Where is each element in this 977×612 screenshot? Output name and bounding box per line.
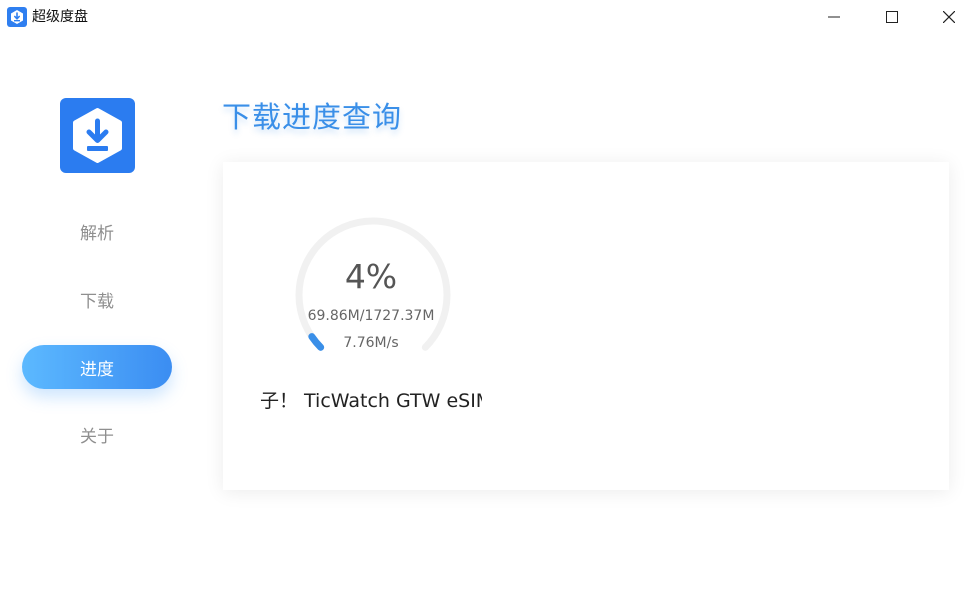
download-speed: 7.76M/s — [343, 335, 399, 351]
progress-card: 4% 69.86M/1727.37M 7.76M/s 子！ TicWatch G… — [223, 162, 949, 490]
sidebar-item-label: 解析 — [80, 223, 114, 244]
sidebar-item-label: 进度 — [80, 359, 114, 380]
app-logo — [60, 98, 135, 173]
sidebar-item-about[interactable]: 关于 — [22, 412, 172, 456]
close-button[interactable] — [920, 0, 977, 34]
app-title: 超级度盘 — [32, 9, 88, 25]
sidebar-item-download[interactable]: 下载 — [22, 277, 172, 321]
maximize-button[interactable] — [863, 0, 921, 34]
minimize-icon — [828, 16, 840, 18]
page-title: 下载进度查询 — [222, 100, 403, 134]
sidebar-item-label: 下载 — [80, 291, 114, 312]
download-logo-icon — [73, 108, 122, 163]
progress-percent: 4% — [344, 257, 398, 296]
title-bar: 超级度盘 — [0, 0, 977, 34]
maximize-icon — [886, 11, 898, 23]
sidebar-item-progress[interactable]: 进度 — [22, 345, 172, 389]
close-icon — [943, 11, 955, 23]
download-size: 69.86M/1727.37M — [307, 308, 435, 324]
app-icon — [7, 7, 27, 27]
minimize-button[interactable] — [805, 0, 863, 34]
file-name: 子！ TicWatch GTW eSIM — [260, 390, 482, 412]
sidebar-item-parse[interactable]: 解析 — [22, 209, 172, 253]
sidebar-item-label: 关于 — [80, 426, 114, 447]
